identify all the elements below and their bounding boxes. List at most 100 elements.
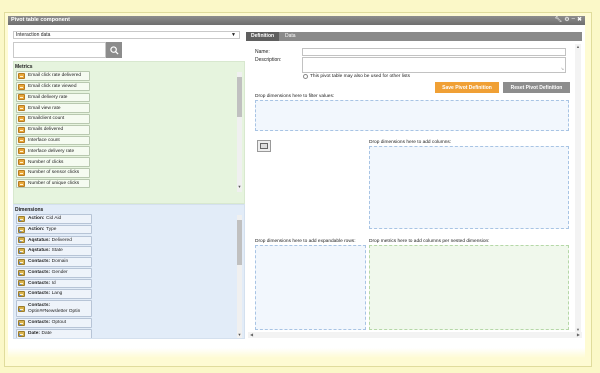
metric-item[interactable]: Email click rate viewed xyxy=(16,81,90,92)
rows-dropzone[interactable] xyxy=(255,245,366,330)
close-icon[interactable]: ✖ xyxy=(577,16,582,23)
dimension-icon xyxy=(18,237,25,244)
reset-pivot-button[interactable]: Reset Pivot Definition xyxy=(503,82,570,93)
search-button[interactable] xyxy=(106,42,122,58)
dimension-icon xyxy=(18,305,25,312)
dimension-label: Action: Type xyxy=(28,227,56,233)
metric-label: Interface delivery rate xyxy=(28,148,75,154)
scroll-up-icon[interactable]: ▲ xyxy=(576,44,580,49)
dimension-name: State xyxy=(51,248,63,254)
metric-icon xyxy=(18,137,25,144)
window-tools: 🔧︎ ⚙ – ✖ xyxy=(555,16,582,23)
scroll-down-icon[interactable]: ▼ xyxy=(237,185,242,189)
dimension-label: Aqstatus: Delivered xyxy=(28,238,72,244)
dimension-item[interactable]: Contacts: Optout xyxy=(16,318,92,329)
metric-label: Email view rate xyxy=(28,105,61,111)
window-titlebar: Pivot table component 🔧︎ ⚙ – ✖ xyxy=(8,16,585,25)
shared-checkbox-label: This pivot table may also be used for ot… xyxy=(310,74,410,79)
metrics-scroll-thumb[interactable] xyxy=(237,77,242,117)
tab-definition[interactable]: Definition xyxy=(246,32,280,41)
dimension-item[interactable]: Aqstatus: State xyxy=(16,246,92,256)
dimension-name: Id xyxy=(51,280,56,286)
filter-dropzone-label: Drop dimensions here to filter values: xyxy=(255,94,335,99)
swap-icon xyxy=(260,143,268,149)
metric-icon xyxy=(18,83,25,90)
metric-icon xyxy=(18,94,25,101)
metric-item[interactable]: Interface delivery rate xyxy=(16,146,90,157)
dimension-item[interactable]: Contacts: Optin##Newsletter Optin xyxy=(16,300,92,318)
metric-label: Interface count xyxy=(28,137,60,143)
dimension-prefix: Date: xyxy=(28,331,40,337)
dimension-name: Cid Aid xyxy=(46,216,62,221)
metric-item[interactable]: Interface count xyxy=(16,135,90,146)
dimension-item[interactable]: Contacts: Id xyxy=(16,278,92,289)
dimension-name: Optout xyxy=(51,320,67,326)
save-pivot-button[interactable]: Save Pivot Definition xyxy=(435,82,499,93)
description-field[interactable]: ↘ xyxy=(302,57,566,73)
metric-item[interactable]: Number of unique clicks xyxy=(16,178,90,189)
metric-item[interactable]: Email click rate delivered xyxy=(16,71,90,81)
shared-checkbox[interactable]: This pivot table may also be used for ot… xyxy=(303,74,410,79)
name-field[interactable] xyxy=(302,48,566,56)
dimension-item[interactable]: Aqstatus: Delivered xyxy=(16,235,92,246)
metrics-dropzone-label: Drop metrics here to add columns per nes… xyxy=(369,239,490,244)
right-scrollbar[interactable]: ▲ ▼ xyxy=(575,44,581,332)
dimensions-scrollbar[interactable]: ▼ xyxy=(237,215,242,338)
metric-item[interactable]: Email delivery rate xyxy=(16,92,90,103)
dimension-prefix: Contacts: xyxy=(28,320,51,326)
metric-label: Email click rate viewed xyxy=(28,84,77,90)
dimension-item[interactable]: Contacts: Domain xyxy=(16,257,92,267)
metrics-dropzone[interactable] xyxy=(369,245,569,330)
dimension-label: Contacts: Optout xyxy=(28,320,66,326)
filter-dropzone[interactable] xyxy=(255,100,569,131)
dimension-label: Contacts: Domain xyxy=(28,259,68,265)
scroll-right-icon[interactable]: ▶ xyxy=(577,332,580,338)
swap-axes-button[interactable] xyxy=(257,140,271,152)
columns-dropzone[interactable] xyxy=(369,146,569,229)
dimension-name: Domain xyxy=(51,259,69,265)
dimension-prefix: Contacts: xyxy=(28,269,51,275)
dimension-item[interactable]: Action: Type xyxy=(16,224,92,235)
metrics-scrollbar[interactable]: ▼ xyxy=(237,72,242,192)
dimensions-heading: Dimensions xyxy=(15,207,44,213)
dimension-name: Delivered xyxy=(51,237,72,243)
dimension-icon xyxy=(18,291,25,298)
dimension-label: Action: Cid Aid xyxy=(28,216,61,222)
gear-icon[interactable]: ⚙ xyxy=(564,16,569,23)
metric-item[interactable]: Number of sensor clicks xyxy=(16,168,90,178)
tab-bar: Definition Data xyxy=(246,32,582,41)
metric-item[interactable]: Emailclient count xyxy=(16,114,90,124)
search-icon xyxy=(109,45,119,55)
horizontal-scrollbar[interactable]: ◀ ▶ xyxy=(248,332,582,338)
metric-icon xyxy=(18,105,25,112)
scroll-down-icon[interactable]: ▼ xyxy=(237,333,242,337)
metric-icon xyxy=(18,148,25,155)
dimension-item[interactable]: Action: Cid Aid xyxy=(16,214,92,224)
scroll-left-icon[interactable]: ◀ xyxy=(250,332,253,338)
metric-item[interactable]: Email view rate xyxy=(16,103,90,113)
dimension-icon xyxy=(18,258,25,265)
dimension-prefix: Contacts: xyxy=(28,259,51,265)
dimension-prefix: Aqstatus: xyxy=(28,237,51,243)
metric-label: Number of unique clicks xyxy=(28,181,80,187)
minimize-icon[interactable]: – xyxy=(572,16,575,23)
wrench-icon[interactable]: 🔧︎ xyxy=(555,16,563,23)
dimension-item[interactable]: Contacts: Lang xyxy=(16,289,92,300)
dimensions-scroll-thumb[interactable] xyxy=(237,220,242,265)
tab-data[interactable]: Data xyxy=(280,32,301,41)
metric-label: Emails delivered xyxy=(28,127,64,133)
metric-item[interactable]: Emails delivered xyxy=(16,124,90,135)
datasource-select[interactable]: Interaction data ▼ xyxy=(13,31,240,39)
dimension-item[interactable]: Date: Date xyxy=(16,329,92,338)
dimension-prefix: Contacts: xyxy=(28,303,51,309)
description-label: Description: xyxy=(255,57,282,63)
dimensions-panel: Dimensions Action: Cid Aid Action: Type Aqst… xyxy=(13,204,245,339)
metric-item[interactable]: Number of clicks xyxy=(16,157,90,167)
dimension-icon xyxy=(18,280,25,287)
shared-checkbox-box[interactable] xyxy=(303,74,308,79)
search-input[interactable] xyxy=(13,42,106,58)
dimension-item[interactable]: Contacts: Gender xyxy=(16,267,92,278)
dimension-icon xyxy=(18,269,25,276)
resize-grip-icon[interactable]: ↘ xyxy=(561,66,564,71)
dimension-name: Date xyxy=(41,331,52,337)
